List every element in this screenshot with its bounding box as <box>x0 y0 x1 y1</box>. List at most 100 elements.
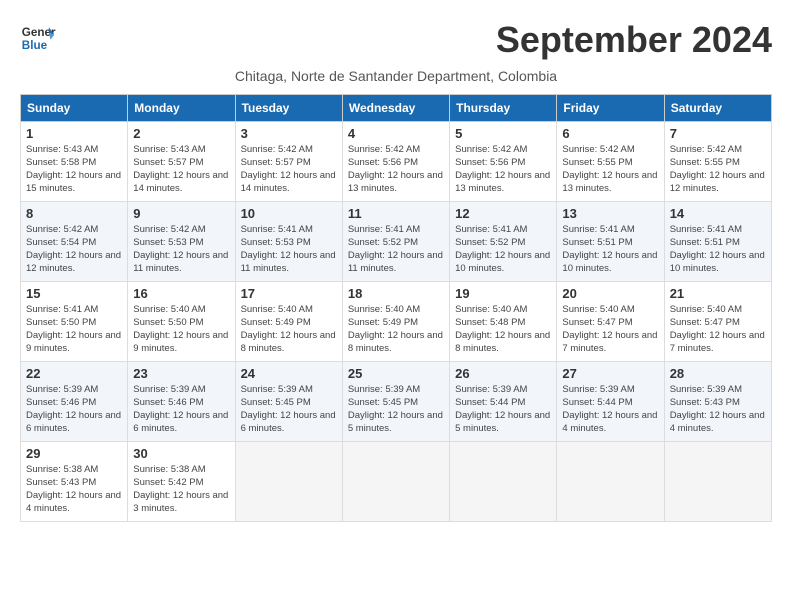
day-info: Sunrise: 5:39 AMSunset: 5:46 PMDaylight:… <box>26 383 122 436</box>
calendar-cell: 11 Sunrise: 5:41 AMSunset: 5:52 PMDayligh… <box>342 201 449 281</box>
calendar-cell: 7 Sunrise: 5:42 AMSunset: 5:55 PMDaylight… <box>664 121 771 201</box>
day-number: 27 <box>562 366 658 381</box>
day-info: Sunrise: 5:41 AMSunset: 5:53 PMDaylight:… <box>241 223 337 276</box>
calendar-week-5: 29 Sunrise: 5:38 AMSunset: 5:43 PMDayligh… <box>21 441 772 521</box>
day-info: Sunrise: 5:41 AMSunset: 5:52 PMDaylight:… <box>455 223 551 276</box>
day-number: 2 <box>133 126 229 141</box>
day-info: Sunrise: 5:41 AMSunset: 5:52 PMDaylight:… <box>348 223 444 276</box>
day-info: Sunrise: 5:40 AMSunset: 5:47 PMDaylight:… <box>562 303 658 356</box>
calendar-cell <box>450 441 557 521</box>
day-info: Sunrise: 5:38 AMSunset: 5:43 PMDaylight:… <box>26 463 122 516</box>
day-info: Sunrise: 5:42 AMSunset: 5:56 PMDaylight:… <box>348 143 444 196</box>
calendar-cell: 8 Sunrise: 5:42 AMSunset: 5:54 PMDaylight… <box>21 201 128 281</box>
calendar-cell: 27 Sunrise: 5:39 AMSunset: 5:44 PMDayligh… <box>557 361 664 441</box>
day-number: 14 <box>670 206 766 221</box>
calendar-table: SundayMondayTuesdayWednesdayThursdayFrid… <box>20 94 772 522</box>
calendar-cell: 22 Sunrise: 5:39 AMSunset: 5:46 PMDayligh… <box>21 361 128 441</box>
day-number: 20 <box>562 286 658 301</box>
calendar-cell: 12 Sunrise: 5:41 AMSunset: 5:52 PMDayligh… <box>450 201 557 281</box>
weekday-header-row: SundayMondayTuesdayWednesdayThursdayFrid… <box>21 94 772 121</box>
calendar-cell <box>557 441 664 521</box>
day-info: Sunrise: 5:40 AMSunset: 5:47 PMDaylight:… <box>670 303 766 356</box>
weekday-header-monday: Monday <box>128 94 235 121</box>
weekday-header-sunday: Sunday <box>21 94 128 121</box>
calendar-cell <box>235 441 342 521</box>
day-info: Sunrise: 5:39 AMSunset: 5:46 PMDaylight:… <box>133 383 229 436</box>
day-number: 13 <box>562 206 658 221</box>
day-number: 26 <box>455 366 551 381</box>
day-number: 25 <box>348 366 444 381</box>
day-number: 3 <box>241 126 337 141</box>
calendar-cell: 23 Sunrise: 5:39 AMSunset: 5:46 PMDayligh… <box>128 361 235 441</box>
calendar-cell: 1 Sunrise: 5:43 AMSunset: 5:58 PMDaylight… <box>21 121 128 201</box>
day-info: Sunrise: 5:40 AMSunset: 5:48 PMDaylight:… <box>455 303 551 356</box>
calendar-cell: 2 Sunrise: 5:43 AMSunset: 5:57 PMDaylight… <box>128 121 235 201</box>
day-info: Sunrise: 5:39 AMSunset: 5:44 PMDaylight:… <box>455 383 551 436</box>
calendar-cell: 30Sunrise: 5:38 AMSunset: 5:42 PMDayligh… <box>128 441 235 521</box>
calendar-cell: 9 Sunrise: 5:42 AMSunset: 5:53 PMDaylight… <box>128 201 235 281</box>
day-number: 22 <box>26 366 122 381</box>
calendar-cell <box>342 441 449 521</box>
day-info: Sunrise: 5:42 AMSunset: 5:55 PMDaylight:… <box>562 143 658 196</box>
weekday-header-saturday: Saturday <box>664 94 771 121</box>
calendar-cell: 13Sunrise: 5:41 AMSunset: 5:51 PMDayligh… <box>557 201 664 281</box>
day-number: 24 <box>241 366 337 381</box>
day-info: Sunrise: 5:40 AMSunset: 5:49 PMDaylight:… <box>348 303 444 356</box>
day-number: 18 <box>348 286 444 301</box>
day-number: 6 <box>562 126 658 141</box>
day-number: 1 <box>26 126 122 141</box>
day-number: 23 <box>133 366 229 381</box>
logo-icon: General Blue <box>20 20 56 56</box>
calendar-cell: 5Sunrise: 5:42 AMSunset: 5:56 PMDaylight… <box>450 121 557 201</box>
logo: General Blue <box>20 20 56 56</box>
day-info: Sunrise: 5:41 AMSunset: 5:50 PMDaylight:… <box>26 303 122 356</box>
day-info: Sunrise: 5:41 AMSunset: 5:51 PMDaylight:… <box>670 223 766 276</box>
calendar-cell: 3 Sunrise: 5:42 AMSunset: 5:57 PMDaylight… <box>235 121 342 201</box>
location-title: Chitaga, Norte de Santander Department, … <box>20 68 772 84</box>
calendar-cell: 20 Sunrise: 5:40 AMSunset: 5:47 PMDayligh… <box>557 281 664 361</box>
calendar-cell: 25Sunrise: 5:39 AMSunset: 5:45 PMDayligh… <box>342 361 449 441</box>
day-number: 12 <box>455 206 551 221</box>
weekday-header-tuesday: Tuesday <box>235 94 342 121</box>
day-info: Sunrise: 5:40 AMSunset: 5:49 PMDaylight:… <box>241 303 337 356</box>
calendar-cell: 28Sunrise: 5:39 AMSunset: 5:43 PMDayligh… <box>664 361 771 441</box>
day-info: Sunrise: 5:42 AMSunset: 5:57 PMDaylight:… <box>241 143 337 196</box>
calendar-week-4: 22 Sunrise: 5:39 AMSunset: 5:46 PMDayligh… <box>21 361 772 441</box>
day-number: 17 <box>241 286 337 301</box>
calendar-cell: 6 Sunrise: 5:42 AMSunset: 5:55 PMDaylight… <box>557 121 664 201</box>
title-section: September 2024 <box>496 20 772 60</box>
day-number: 10 <box>241 206 337 221</box>
calendar-cell: 26 Sunrise: 5:39 AMSunset: 5:44 PMDayligh… <box>450 361 557 441</box>
calendar-cell: 24 Sunrise: 5:39 AMSunset: 5:45 PMDayligh… <box>235 361 342 441</box>
day-info: Sunrise: 5:43 AMSunset: 5:58 PMDaylight:… <box>26 143 122 196</box>
day-info: Sunrise: 5:42 AMSunset: 5:53 PMDaylight:… <box>133 223 229 276</box>
day-info: Sunrise: 5:42 AMSunset: 5:55 PMDaylight:… <box>670 143 766 196</box>
calendar-cell: 17 Sunrise: 5:40 AMSunset: 5:49 PMDayligh… <box>235 281 342 361</box>
day-number: 5 <box>455 126 551 141</box>
calendar-cell: 14 Sunrise: 5:41 AMSunset: 5:51 PMDayligh… <box>664 201 771 281</box>
day-number: 11 <box>348 206 444 221</box>
weekday-header-thursday: Thursday <box>450 94 557 121</box>
day-number: 7 <box>670 126 766 141</box>
day-number: 21 <box>670 286 766 301</box>
weekday-header-wednesday: Wednesday <box>342 94 449 121</box>
calendar-cell: 21 Sunrise: 5:40 AMSunset: 5:47 PMDayligh… <box>664 281 771 361</box>
day-number: 30 <box>133 446 229 461</box>
calendar-cell: 16Sunrise: 5:40 AMSunset: 5:50 PMDayligh… <box>128 281 235 361</box>
calendar-cell: 4 Sunrise: 5:42 AMSunset: 5:56 PMDaylight… <box>342 121 449 201</box>
weekday-header-friday: Friday <box>557 94 664 121</box>
day-info: Sunrise: 5:39 AMSunset: 5:44 PMDaylight:… <box>562 383 658 436</box>
day-number: 8 <box>26 206 122 221</box>
calendar-week-2: 8 Sunrise: 5:42 AMSunset: 5:54 PMDaylight… <box>21 201 772 281</box>
calendar-cell: 15Sunrise: 5:41 AMSunset: 5:50 PMDayligh… <box>21 281 128 361</box>
calendar-cell <box>664 441 771 521</box>
calendar-week-1: 1 Sunrise: 5:43 AMSunset: 5:58 PMDaylight… <box>21 121 772 201</box>
day-number: 19 <box>455 286 551 301</box>
day-info: Sunrise: 5:42 AMSunset: 5:54 PMDaylight:… <box>26 223 122 276</box>
day-info: Sunrise: 5:39 AMSunset: 5:45 PMDaylight:… <box>241 383 337 436</box>
day-number: 9 <box>133 206 229 221</box>
calendar-week-3: 15Sunrise: 5:41 AMSunset: 5:50 PMDayligh… <box>21 281 772 361</box>
day-number: 29 <box>26 446 122 461</box>
day-number: 4 <box>348 126 444 141</box>
day-info: Sunrise: 5:43 AMSunset: 5:57 PMDaylight:… <box>133 143 229 196</box>
